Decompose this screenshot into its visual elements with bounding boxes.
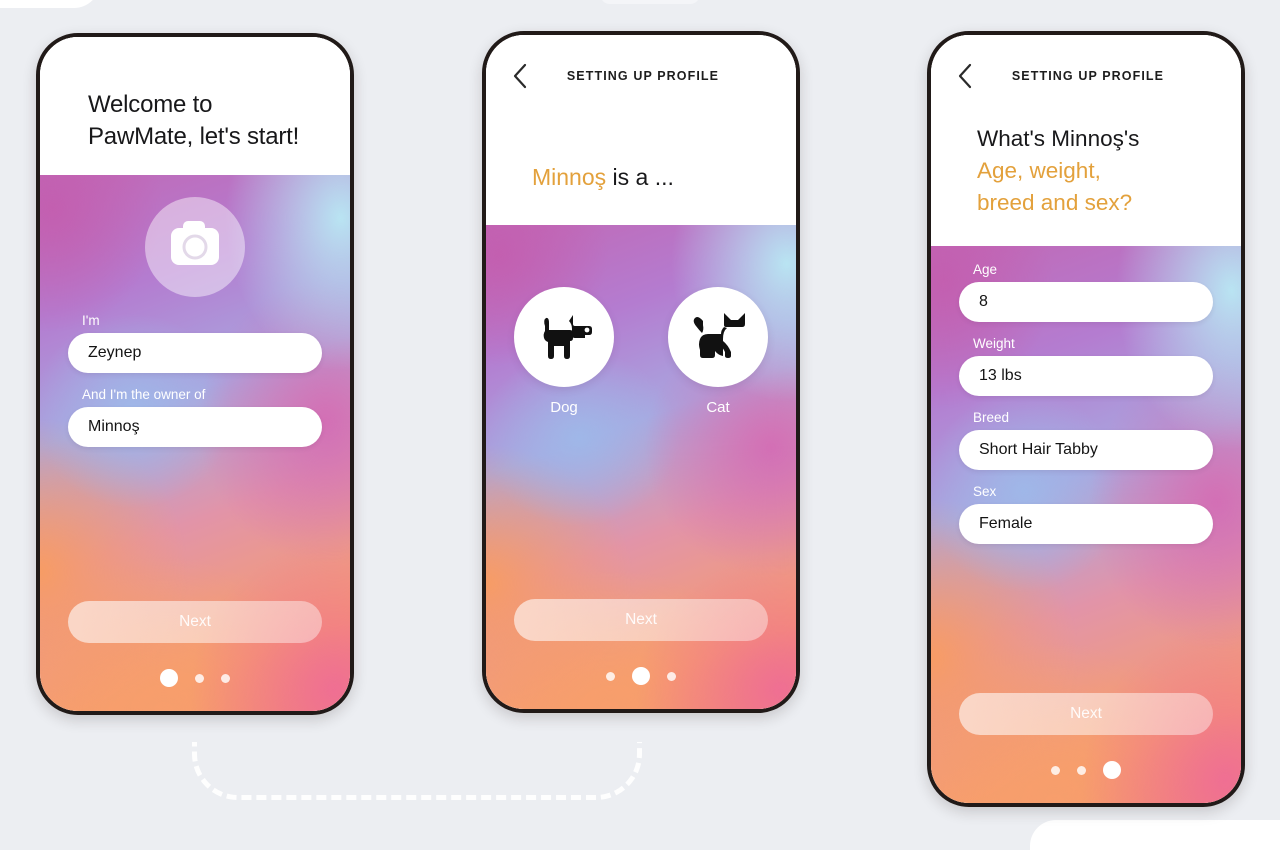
page-indicator [40, 643, 350, 711]
screen-pet-details: SETTING UP PROFILE What's Minnoş's Age, … [931, 35, 1241, 803]
avatar-area [40, 175, 350, 297]
pet-choice-dog[interactable]: Dog [514, 286, 614, 416]
pet-type-header: SETTING UP PROFILE Minnoş is a ... [486, 35, 796, 225]
question-line-2: Age, weight, [977, 158, 1101, 184]
chevron-left-icon [513, 63, 527, 89]
page-dot-3[interactable] [1103, 761, 1121, 779]
welcome-form: I'm And I'm the owner of [40, 313, 350, 461]
phone-frame-welcome: Welcome to PawMate, let's start! I'm Zey… [36, 33, 354, 715]
page-dot-1[interactable] [160, 669, 178, 687]
page-dot-1[interactable] [606, 671, 615, 681]
gradient-body: I'm And I'm the owner of Next [40, 174, 350, 711]
pet-type-prompt-rest: is a ... [606, 164, 674, 190]
dog-icon [543, 314, 592, 359]
question-line-1: What's Minnoş's [977, 126, 1140, 151]
phone-frame-pet-details: SETTING UP PROFILE What's Minnoş's Age, … [927, 31, 1245, 807]
page-dot-2[interactable] [195, 673, 204, 683]
navigation-bar: SETTING UP PROFILE [486, 35, 796, 93]
next-button[interactable]: Next [68, 601, 322, 643]
pet-type-prompt: Minnoş is a ... [486, 93, 796, 193]
field-breed: Breed [959, 410, 1213, 470]
page-indicator [931, 735, 1241, 803]
pet-name-accent: Minnoş [532, 164, 607, 190]
next-button[interactable]: Next [959, 693, 1213, 735]
welcome-title-line2: PawMate, let's start! [88, 122, 300, 150]
welcome-header: Welcome to PawMate, let's start! [40, 37, 350, 175]
pet-choice-cat[interactable]: Cat [668, 286, 768, 416]
page-indicator [486, 641, 796, 709]
weight-input[interactable] [959, 355, 1213, 396]
field-label-sex: Sex [973, 483, 997, 499]
page-dot-2[interactable] [1077, 765, 1086, 775]
avatar-photo-picker[interactable] [145, 196, 245, 297]
owner-name-input[interactable] [68, 332, 322, 373]
gradient-body: Dog Cat Next [486, 224, 796, 709]
screen-welcome: Welcome to PawMate, let's start! I'm Zey… [40, 37, 350, 711]
screen-pet-type: SETTING UP PROFILE Minnoş is a ... Dog C… [486, 35, 796, 709]
nav-title: SETTING UP PROFILE [566, 69, 720, 83]
field-label-pet-name: And I'm the owner of [82, 386, 206, 402]
pet-details-header: SETTING UP PROFILE What's Minnoş's Age, … [931, 35, 1241, 246]
chevron-left-icon [958, 63, 972, 89]
pet-choice-label-cat: Cat [706, 398, 730, 416]
back-button[interactable] [943, 63, 987, 89]
pet-details-form: Age Weight Breed Sex [931, 246, 1241, 558]
field-sex: Sex [959, 484, 1213, 544]
breed-input[interactable] [959, 429, 1213, 470]
phone-frame-pet-type: SETTING UP PROFILE Minnoş is a ... Dog C… [482, 31, 800, 713]
question-line-3: breed and sex? [977, 190, 1133, 216]
cat-icon [693, 312, 745, 358]
back-button[interactable] [498, 63, 542, 89]
field-label-age: Age [973, 261, 998, 277]
field-label-weight: Weight [973, 335, 1015, 351]
field-label-breed: Breed [973, 409, 1010, 425]
navigation-bar: SETTING UP PROFILE [931, 35, 1241, 93]
page-dot-3[interactable] [221, 673, 230, 683]
phone-mockup-stage: Welcome to PawMate, let's start! I'm Zey… [0, 0, 1280, 850]
welcome-title-line1: Welcome to [88, 91, 213, 118]
sex-input[interactable] [959, 503, 1213, 544]
pet-details-question: What's Minnoş's Age, weight, breed and s… [931, 93, 1241, 220]
cat-icon-circle [668, 286, 768, 387]
pet-choice-label-dog: Dog [550, 398, 578, 416]
next-button[interactable]: Next [514, 599, 768, 641]
page-dot-1[interactable] [1051, 765, 1060, 775]
field-owner-name: I'm [68, 313, 322, 373]
field-pet-name: And I'm the owner of [68, 387, 322, 447]
dog-icon-circle [514, 286, 614, 387]
field-label-owner-name: I'm [82, 312, 100, 328]
field-age: Age [959, 262, 1213, 322]
camera-icon [171, 221, 219, 266]
age-input[interactable] [959, 281, 1213, 322]
pet-name-input[interactable] [68, 406, 322, 447]
field-weight: Weight [959, 336, 1213, 396]
page-dot-2[interactable] [632, 667, 650, 685]
page-dot-3[interactable] [667, 671, 676, 681]
pet-type-choices: Dog Cat [486, 225, 796, 416]
gradient-body: Age Weight Breed Sex [931, 245, 1241, 803]
page-title: Welcome to PawMate, let's start! [40, 37, 350, 153]
nav-title: SETTING UP PROFILE [1011, 69, 1165, 83]
